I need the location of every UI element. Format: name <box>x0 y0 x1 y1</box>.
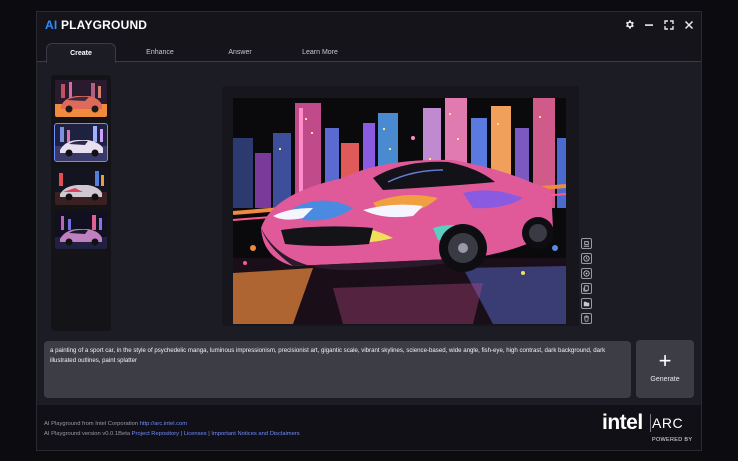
settings-button[interactable] <box>621 17 637 33</box>
copy-button[interactable] <box>581 283 592 294</box>
tab-enhance[interactable]: Enhance <box>125 43 195 63</box>
tab-create[interactable]: Create <box>46 43 116 63</box>
logo-ai: AI <box>45 18 58 32</box>
arc-wordmark: ARC <box>652 415 684 431</box>
generate-label: Generate <box>650 376 680 383</box>
fullscreen-icon <box>664 20 674 30</box>
footer-copyright: AI Playground from Intel Corporation <box>44 421 140 427</box>
history-button[interactable] <box>581 253 592 264</box>
notices-link[interactable]: Important Notices and Disclaimers <box>211 431 299 437</box>
logo-divider <box>650 414 651 432</box>
history-thumbnail-selected[interactable] <box>54 123 108 162</box>
app-window: AI PLAYGROUND Create Enhance Answer Lear… <box>36 11 702 451</box>
footer: AI Playground from Intel Corporation htt… <box>37 405 701 450</box>
close-button[interactable] <box>681 17 697 33</box>
licenses-link[interactable]: Licenses <box>184 431 207 437</box>
logo-playground: PLAYGROUND <box>57 18 148 32</box>
history-thumbnail[interactable] <box>55 168 107 205</box>
delete-icon <box>584 315 589 322</box>
minimize-icon <box>645 24 653 26</box>
info-icon <box>583 241 590 247</box>
intel-wordmark: intel <box>602 411 643 434</box>
fullscreen-button[interactable] <box>661 17 677 33</box>
tab-bar: Create Enhance Answer Learn More <box>37 40 701 63</box>
footer-version: AI Playground version v0.0.1Beta <box>44 431 132 437</box>
info-button[interactable] <box>581 238 592 249</box>
delete-button[interactable] <box>581 313 592 324</box>
history-panel <box>51 75 111 331</box>
prompt-input[interactable]: a painting of a sport car, in the style … <box>44 341 631 398</box>
tab-learn-more[interactable]: Learn More <box>285 43 355 63</box>
app-logo: AI PLAYGROUND <box>45 18 147 32</box>
title-bar: AI PLAYGROUND <box>37 12 701 40</box>
powered-by-label: POWERED BY <box>652 437 693 443</box>
copy-icon <box>583 285 589 292</box>
generated-image <box>233 98 566 324</box>
gear-icon <box>625 20 634 29</box>
folder-icon <box>583 301 590 307</box>
project-repository-link[interactable]: Project Repository <box>132 431 179 437</box>
minimize-button[interactable] <box>641 17 657 33</box>
tab-answer[interactable]: Answer <box>205 43 275 63</box>
footer-line-1: AI Playground from Intel Corporation htt… <box>44 421 187 427</box>
history-thumbnail[interactable] <box>55 212 107 249</box>
history-thumbnail[interactable] <box>55 80 107 117</box>
preview-button[interactable] <box>581 268 592 279</box>
preview-icon <box>583 270 590 277</box>
plus-icon: + <box>658 348 672 373</box>
intel-arc-logo: intel ARC POWERED BY <box>602 411 697 447</box>
open-folder-button[interactable] <box>581 298 592 309</box>
footer-line-2: AI Playground version v0.0.1Beta Project… <box>44 431 300 437</box>
arc-website-link[interactable]: http://arc.intel.com <box>140 421 187 427</box>
history-icon <box>583 255 590 262</box>
generate-button[interactable]: + Generate <box>636 340 694 398</box>
close-icon <box>684 20 694 30</box>
